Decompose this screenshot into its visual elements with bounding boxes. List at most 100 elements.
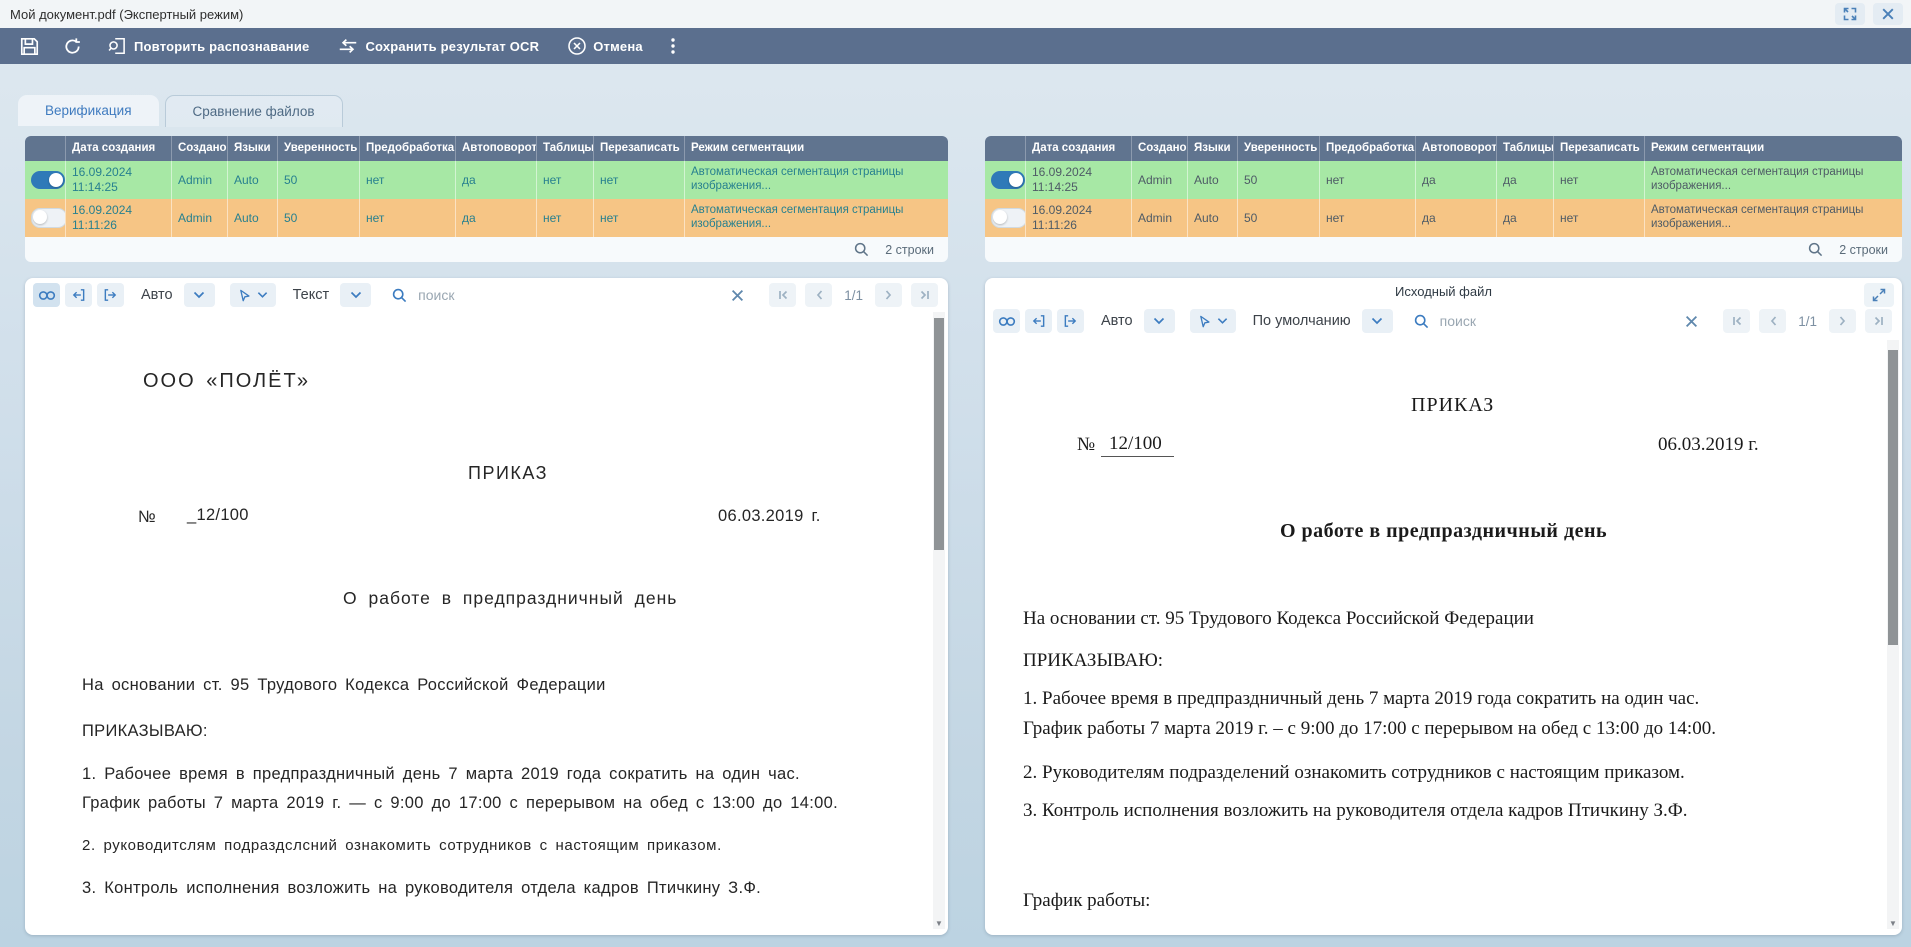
ocr-result-viewer: Авто Текст 1/1 ООО «ПОЛЁТ» ПРИКАЗ № _12/… — [25, 278, 948, 935]
doc-number-label: № — [138, 508, 156, 527]
header-created: Создано — [171, 136, 227, 161]
left-ocr-settings-table: Дата создания Создано Языки Уверенность … — [25, 136, 948, 262]
doc-number: _12/100 — [187, 506, 249, 525]
cell-tables: да — [1496, 199, 1553, 237]
save-ocr-result-label: Сохранить результат OCR — [365, 39, 539, 54]
doc-item1a: 1. Рабочее время в предпраздничный день … — [1023, 688, 1699, 710]
doc-item1b: График работы 7 марта 2019 г. – с 9:00 д… — [1023, 718, 1716, 740]
cell-tables: нет — [536, 199, 593, 237]
doc-item3: 3. Контроль исполнения возложить на руко… — [82, 879, 761, 898]
header-autorotate: Автоповорот — [455, 136, 536, 161]
header-date: Дата создания — [1025, 136, 1131, 161]
table-row[interactable]: 16.09.202411:14:25 Admin Auto 50 нет да … — [985, 161, 1902, 199]
save-icon — [20, 37, 39, 56]
cell-confidence: 50 — [277, 199, 359, 237]
vertical-scrollbar[interactable]: ▼ — [933, 312, 945, 929]
header-segmentation: Режим сегментации — [1644, 136, 1902, 161]
fullscreen-icon — [1843, 7, 1857, 21]
tab-verification[interactable]: Верификация — [18, 95, 159, 126]
header-segmentation: Режим сегментации — [684, 136, 948, 161]
save-button[interactable] — [8, 37, 51, 56]
table-header-row: Дата создания Создано Языки Уверенность … — [985, 136, 1902, 161]
tab-file-comparison[interactable]: Сравнение файлов — [165, 95, 343, 127]
scrollbar-down-arrow[interactable]: ▼ — [933, 919, 945, 928]
cell-languages: Auto — [227, 199, 277, 237]
header-tables: Таблицы — [536, 136, 593, 161]
fullscreen-button[interactable] — [1835, 3, 1865, 25]
header-overwrite: Перезаписать — [593, 136, 684, 161]
titlebar: Мой документ.pdf (Экспертный режим) — [0, 0, 1911, 28]
table-row[interactable]: 16.09.202411:11:26 Admin Auto 50 нет да … — [25, 199, 948, 237]
header-created: Создано — [1131, 136, 1187, 161]
save-ocr-result-button[interactable]: Сохранить результат OCR — [323, 38, 553, 54]
header-languages: Языки — [227, 136, 277, 161]
cell-segmentation: Автоматическая сегментация страницы изоб… — [684, 199, 948, 237]
doc-number-label: № — [1077, 434, 1095, 456]
header-overwrite: Перезаписать — [1553, 136, 1644, 161]
swap-arrows-icon — [337, 38, 359, 54]
refresh-icon — [63, 37, 82, 56]
table-header-row: Дата создания Создано Языки Уверенность … — [25, 136, 948, 161]
cell-autorotate: да — [455, 199, 536, 237]
doc-subject: О работе в предпраздничный день — [343, 588, 677, 609]
cell-created: Admin — [171, 199, 227, 237]
cell-autorotate: да — [455, 161, 536, 199]
repeat-recognition-button[interactable]: Повторить распознавание — [94, 37, 323, 55]
cell-overwrite: нет — [593, 199, 684, 237]
row-count-label: 2 строки — [1839, 243, 1888, 257]
table-search-icon[interactable] — [1808, 242, 1823, 257]
row-count-label: 2 строки — [885, 243, 934, 257]
doc-basis: На основании ст. 95 Трудового Кодекса Ро… — [82, 676, 606, 695]
cell-segmentation: Автоматическая сегментация страницы изоб… — [1644, 161, 1902, 199]
header-date: Дата создания — [65, 136, 171, 161]
cell-languages: Auto — [1187, 199, 1237, 237]
scrollbar-thumb[interactable] — [1888, 350, 1898, 645]
cancel-label: Отмена — [593, 39, 643, 54]
cell-tables: нет — [536, 161, 593, 199]
cell-languages: Auto — [1187, 161, 1237, 199]
header-toggle — [985, 136, 1025, 161]
doc-order-word: ПРИКАЗЫВАЮ: — [82, 722, 208, 741]
cell-date: 16.09.202411:11:26 — [1025, 199, 1131, 237]
doc-number: 12/100 — [1101, 433, 1174, 457]
scrollbar-thumb[interactable] — [934, 318, 944, 550]
cell-overwrite: нет — [1553, 199, 1644, 237]
cell-created: Admin — [171, 161, 227, 199]
cancel-button[interactable]: Отмена — [553, 36, 657, 56]
table-row[interactable]: 16.09.202411:14:25 Admin Auto 50 нет да … — [25, 161, 948, 199]
recognize-document-icon — [108, 37, 128, 55]
cell-confidence: 50 — [1237, 161, 1319, 199]
doc-item2: 2. Руководителям подразделений ознакомит… — [1023, 762, 1685, 784]
doc-item3: 3. Контроль исполнения возложить на руко… — [1023, 800, 1688, 822]
row-toggle-off[interactable] — [31, 208, 65, 228]
doc-item2: 2. руководитслям подраздслсний ознакомит… — [82, 837, 722, 854]
view-tabs: Верификация Сравнение файлов — [18, 95, 343, 127]
window-controls — [1835, 3, 1903, 25]
header-preprocessing: Предобработка — [359, 136, 455, 161]
close-button[interactable] — [1873, 3, 1903, 25]
doc-date: 06.03.2019 г. — [718, 507, 821, 526]
table-search-icon[interactable] — [854, 242, 869, 257]
row-toggle-on[interactable] — [991, 171, 1025, 189]
cell-preprocessing: нет — [359, 199, 455, 237]
cell-preprocessing: нет — [1319, 199, 1415, 237]
repeat-recognition-label: Повторить распознавание — [134, 39, 309, 54]
header-confidence: Уверенность — [1237, 136, 1319, 161]
scrollbar-down-arrow[interactable]: ▼ — [1887, 919, 1899, 928]
header-preprocessing: Предобработка — [1319, 136, 1415, 161]
refresh-button[interactable] — [51, 37, 94, 56]
table-footer: 2 строки — [25, 237, 948, 262]
table-row[interactable]: 16.09.202411:11:26 Admin Auto 50 нет да … — [985, 199, 1902, 237]
cell-date: 16.09.202411:14:25 — [65, 161, 171, 199]
cell-preprocessing: нет — [359, 161, 455, 199]
doc-basis: На основании ст. 95 Трудового Кодекса Ро… — [1023, 608, 1534, 630]
more-menu-button[interactable] — [657, 38, 689, 54]
row-toggle-on[interactable] — [31, 171, 65, 189]
header-languages: Языки — [1187, 136, 1237, 161]
vertical-scrollbar[interactable]: ▼ — [1887, 340, 1899, 929]
source-file-viewer: Исходный файл Авто По умолчанию 1/1 ПРИК… — [985, 278, 1902, 935]
row-toggle-off[interactable] — [991, 208, 1025, 228]
header-autorotate: Автоповорот — [1415, 136, 1496, 161]
doc-title: ПРИКАЗ — [468, 463, 548, 484]
cell-created: Admin — [1131, 161, 1187, 199]
